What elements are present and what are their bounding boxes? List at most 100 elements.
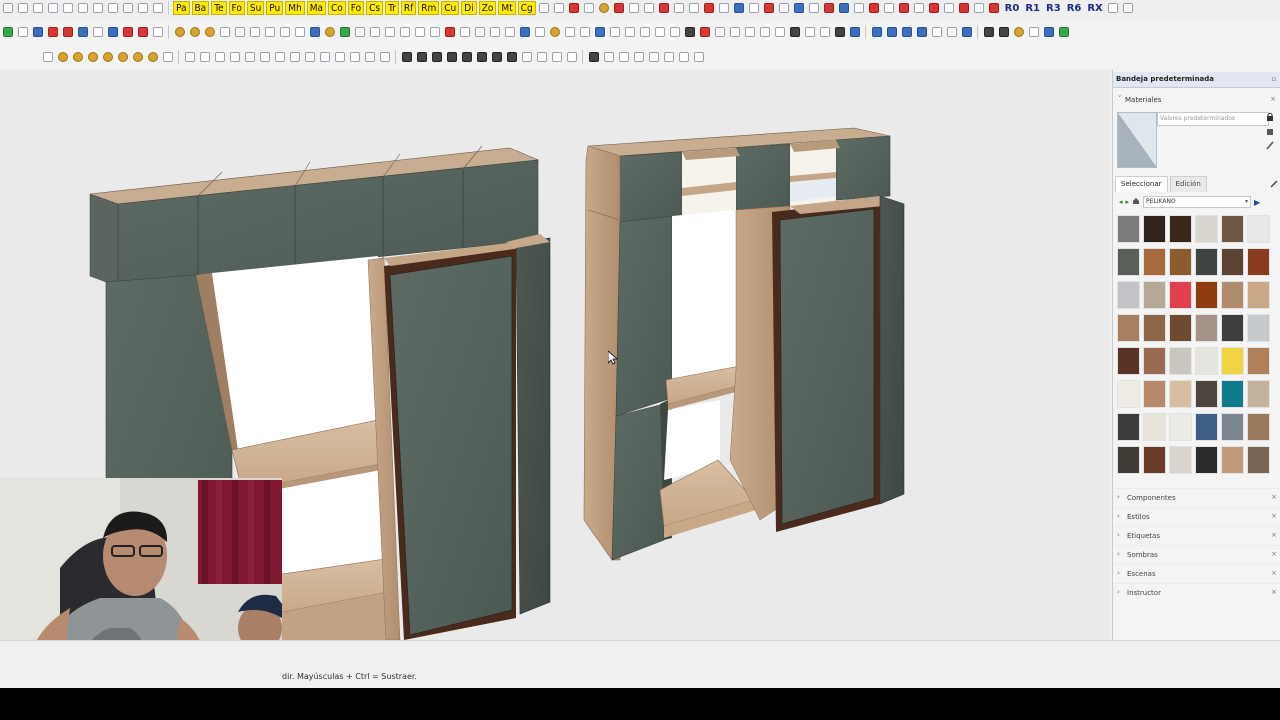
plugin-tag-2[interactable]: Te bbox=[211, 1, 227, 15]
solid-tool-icon-12[interactable] bbox=[348, 51, 361, 64]
plugin-wand-icon[interactable] bbox=[16, 26, 29, 39]
rotate-tag-4[interactable]: RX bbox=[1085, 1, 1104, 15]
rotate-tag-2[interactable]: R3 bbox=[1044, 1, 1063, 15]
material-swatch[interactable] bbox=[1169, 281, 1192, 309]
material-swatch[interactable] bbox=[1221, 215, 1244, 243]
back-arrow-icon[interactable]: ◂ bbox=[1119, 198, 1123, 206]
material-swatch[interactable] bbox=[1169, 380, 1192, 408]
panel-icon-8[interactable] bbox=[323, 26, 336, 39]
plugin-icon-n[interactable] bbox=[748, 2, 761, 15]
solid-tool-icon-11[interactable] bbox=[333, 51, 346, 64]
panel-icon-30[interactable] bbox=[653, 26, 666, 39]
view-icon-1[interactable] bbox=[587, 51, 600, 64]
plugin-tag-0[interactable]: Pa bbox=[173, 1, 190, 15]
extra-icon-1[interactable] bbox=[1107, 2, 1120, 15]
triangle-tool-icon[interactable] bbox=[86, 51, 99, 64]
plugin-tag-1[interactable]: Ba bbox=[191, 1, 210, 15]
redo-icon[interactable] bbox=[121, 2, 134, 15]
close-icon[interactable]: × bbox=[1271, 493, 1277, 501]
panel-icon-43[interactable] bbox=[848, 26, 861, 39]
box-icon-2[interactable] bbox=[203, 26, 216, 39]
rotate-tag-3[interactable]: R6 bbox=[1065, 1, 1084, 15]
material-swatch[interactable] bbox=[1221, 281, 1244, 309]
follow-me-icon[interactable] bbox=[400, 51, 413, 64]
material-swatch[interactable] bbox=[1195, 347, 1218, 375]
panel-icon-41[interactable] bbox=[818, 26, 831, 39]
solid-tool-icon-9[interactable] bbox=[303, 51, 316, 64]
panel-icon-46[interactable] bbox=[900, 26, 913, 39]
view-icon-5[interactable] bbox=[647, 51, 660, 64]
panel-icon-14[interactable] bbox=[413, 26, 426, 39]
plugin-icon-g[interactable] bbox=[643, 2, 656, 15]
extra-icon-2[interactable] bbox=[1122, 2, 1135, 15]
plugin-icon-d[interactable] bbox=[598, 2, 611, 15]
material-swatch[interactable] bbox=[1221, 413, 1244, 441]
panel-icon-40[interactable] bbox=[803, 26, 816, 39]
plugin-tag-6[interactable]: Mh bbox=[285, 1, 305, 15]
material-swatch[interactable] bbox=[1143, 347, 1166, 375]
close-icon[interactable]: × bbox=[1271, 531, 1277, 539]
plugin-icon-v[interactable] bbox=[868, 2, 881, 15]
donut-tool-icon[interactable] bbox=[161, 51, 174, 64]
panel-icon-21[interactable] bbox=[518, 26, 531, 39]
plugin-icon-e[interactable] bbox=[613, 2, 626, 15]
close-icon[interactable]: × bbox=[1271, 569, 1277, 577]
sandbox-icon-10[interactable] bbox=[550, 51, 563, 64]
right-cabinet-unit[interactable] bbox=[583, 127, 905, 561]
panel-icon-11[interactable] bbox=[368, 26, 381, 39]
library-select[interactable]: PELIKANO ▾ bbox=[1143, 196, 1252, 208]
material-swatch[interactable] bbox=[1117, 248, 1140, 276]
text-tool-icon[interactable] bbox=[538, 2, 551, 15]
close-x-icon[interactable] bbox=[988, 2, 1001, 15]
material-swatch[interactable] bbox=[1143, 380, 1166, 408]
panel-icon-36[interactable] bbox=[743, 26, 756, 39]
panel-icon-55[interactable] bbox=[1042, 26, 1055, 39]
polygon-tool-icon[interactable] bbox=[71, 51, 84, 64]
material-swatch[interactable] bbox=[1169, 413, 1192, 441]
panel-icon-34[interactable] bbox=[713, 26, 726, 39]
panel-icon-13[interactable] bbox=[398, 26, 411, 39]
material-swatch[interactable] bbox=[1247, 215, 1270, 243]
material-swatch[interactable] bbox=[1169, 446, 1192, 474]
material-swatch[interactable] bbox=[1117, 347, 1140, 375]
plugin-tool-icon-1[interactable] bbox=[31, 26, 44, 39]
solid-tool-icon-5[interactable] bbox=[243, 51, 256, 64]
material-swatch[interactable] bbox=[1221, 248, 1244, 276]
sandbox-icon-2[interactable] bbox=[430, 51, 443, 64]
cut-icon[interactable] bbox=[46, 2, 59, 15]
circle-tool-icon[interactable] bbox=[56, 51, 69, 64]
panel-shadows[interactable]: › Sombras × bbox=[1113, 545, 1280, 564]
plugin-tag-7[interactable]: Ma bbox=[306, 1, 326, 15]
material-swatch[interactable] bbox=[1247, 413, 1270, 441]
box-icon-1[interactable] bbox=[188, 26, 201, 39]
ring-tool-icon[interactable] bbox=[146, 51, 159, 64]
material-swatch[interactable] bbox=[1117, 380, 1140, 408]
sandbox-icon-1[interactable] bbox=[415, 51, 428, 64]
panel-tags[interactable]: › Etiquetas × bbox=[1113, 526, 1280, 545]
plugin-icon-ac[interactable] bbox=[973, 2, 986, 15]
panel-icon-17[interactable] bbox=[458, 26, 471, 39]
plugin-icon-l[interactable] bbox=[718, 2, 731, 15]
panel-icon-26[interactable] bbox=[593, 26, 606, 39]
tab-edit[interactable]: Edición bbox=[1169, 176, 1207, 192]
view-icon-3[interactable] bbox=[617, 51, 630, 64]
panel-icon-47[interactable] bbox=[915, 26, 928, 39]
sandbox-icon-7[interactable] bbox=[505, 51, 518, 64]
view-icon-6[interactable] bbox=[662, 51, 675, 64]
panel-scenes[interactable]: › Escenas × bbox=[1113, 564, 1280, 583]
panel-instructor[interactable]: › Instructor × bbox=[1113, 583, 1280, 602]
close-icon[interactable]: × bbox=[1271, 588, 1277, 596]
sample-paint-icon[interactable] bbox=[1266, 140, 1274, 150]
erase-icon[interactable] bbox=[91, 2, 104, 15]
panel-styles[interactable]: › Estilos × bbox=[1113, 507, 1280, 526]
panel-icon-37[interactable] bbox=[758, 26, 771, 39]
material-swatch[interactable] bbox=[1143, 446, 1166, 474]
sandbox-icon-3[interactable] bbox=[445, 51, 458, 64]
plugin-icon-ab[interactable] bbox=[958, 2, 971, 15]
plugin-icon-q[interactable] bbox=[793, 2, 806, 15]
panel-icon-32[interactable] bbox=[683, 26, 696, 39]
plugin-tag-10[interactable]: Cs bbox=[366, 1, 384, 15]
plugin-icon-x[interactable] bbox=[898, 2, 911, 15]
solid-tool-icon-8[interactable] bbox=[288, 51, 301, 64]
sandbox-icon-6[interactable] bbox=[490, 51, 503, 64]
